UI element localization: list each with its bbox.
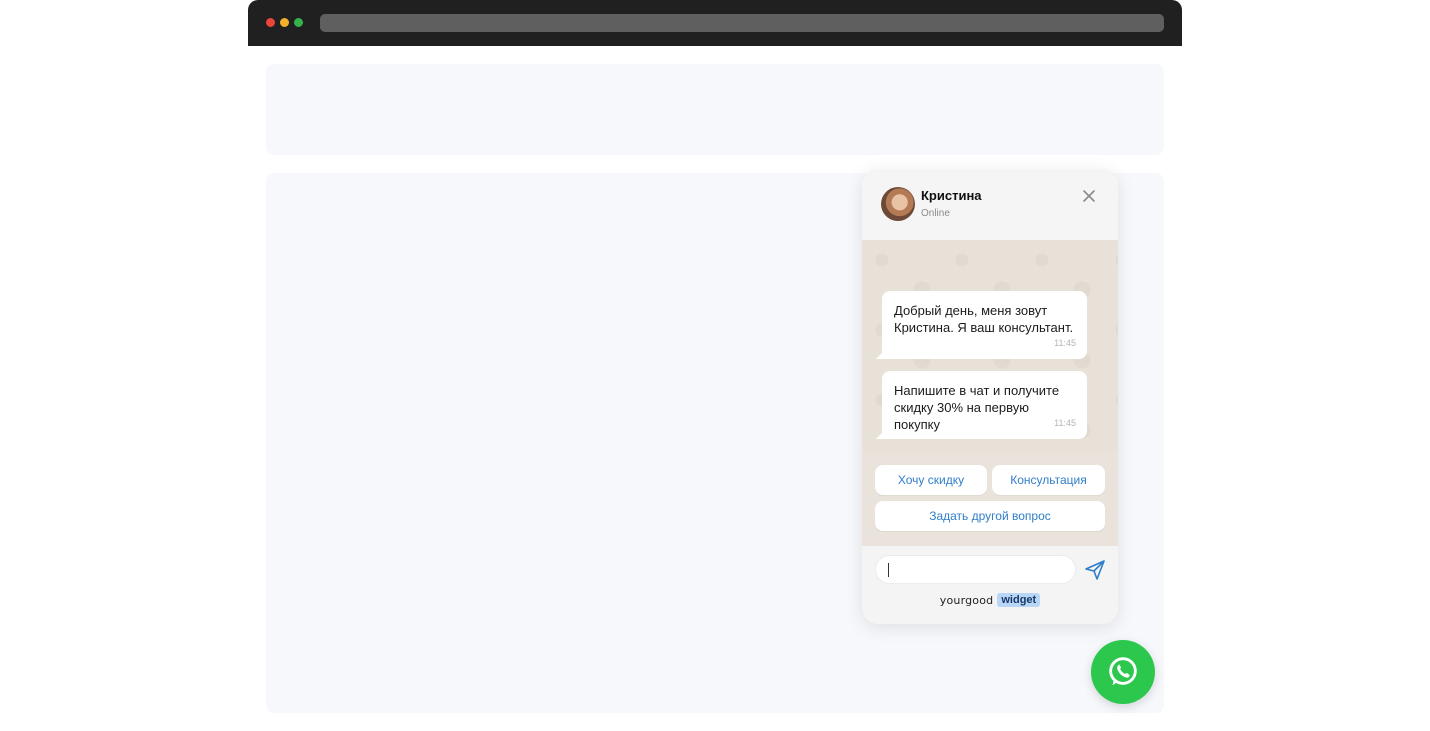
quick-reply-other-question-button[interactable]: Задать другой вопрос bbox=[875, 501, 1105, 531]
agent-avatar bbox=[881, 187, 915, 221]
message-bubble: Добрый день, меня зовут Кристина. Я ваш … bbox=[882, 291, 1087, 359]
window-maximize-dot[interactable] bbox=[294, 18, 303, 27]
message-time: 11:45 bbox=[1054, 338, 1076, 348]
page-header-placeholder bbox=[266, 64, 1164, 155]
send-icon[interactable] bbox=[1083, 558, 1107, 582]
chat-header: Кристина Online bbox=[862, 169, 1118, 240]
message-time: 11:45 bbox=[1054, 418, 1076, 428]
message-text: Добрый день, меня зовут Кристина. Я ваш … bbox=[894, 303, 1074, 335]
chat-widget: Кристина Online Добрый день, меня зовут … bbox=[862, 169, 1118, 624]
agent-status: Online bbox=[921, 208, 950, 219]
message-bubble: Напишите в чат и получите скидку 30% на … bbox=[882, 371, 1087, 439]
message-text: Напишите в чат и получите скидку 30% на … bbox=[894, 383, 1060, 432]
quick-replies: Хочу скидку Консультация Задать другой в… bbox=[862, 451, 1118, 546]
brand-badge: widget bbox=[997, 593, 1041, 607]
window-minimize-dot[interactable] bbox=[280, 18, 289, 27]
whatsapp-icon bbox=[1109, 657, 1137, 686]
chat-messages: Добрый день, меня зовут Кристина. Я ваш … bbox=[862, 240, 1118, 451]
address-bar[interactable] bbox=[320, 14, 1164, 32]
text-caret bbox=[888, 563, 889, 577]
chat-footer: yourgood widget bbox=[862, 546, 1118, 624]
quick-reply-discount-button[interactable]: Хочу скидку bbox=[875, 465, 987, 495]
brand-name: yourgood bbox=[939, 593, 994, 607]
close-icon[interactable] bbox=[1078, 185, 1100, 207]
window-close-dot[interactable] bbox=[266, 18, 275, 27]
brand-footer[interactable]: yourgood widget bbox=[862, 593, 1118, 607]
quick-reply-consultation-button[interactable]: Консультация bbox=[992, 465, 1105, 495]
whatsapp-button[interactable] bbox=[1091, 640, 1155, 704]
message-input[interactable] bbox=[875, 555, 1076, 584]
browser-chrome bbox=[248, 0, 1182, 46]
agent-name: Кристина bbox=[921, 188, 982, 203]
